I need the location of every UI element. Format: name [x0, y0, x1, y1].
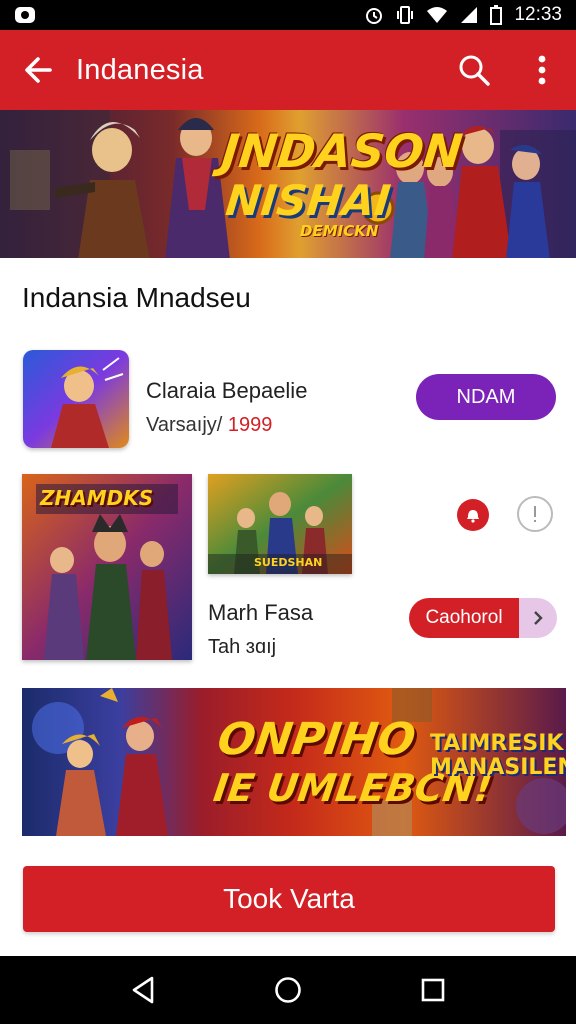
back-arrow-icon: [25, 57, 52, 83]
info-button[interactable]: [517, 496, 553, 532]
app-notification-icon: [14, 5, 38, 25]
app-version-number: 1999: [227, 414, 273, 436]
app-version: Varsaıjy/ 1999: [146, 414, 272, 437]
chip-button[interactable]: Caohorol: [409, 598, 557, 638]
section-title: Indansia Mnadseu: [22, 282, 251, 313]
app-name: Claraia Bepaelie: [146, 378, 308, 403]
bell-icon: [467, 510, 479, 523]
hero-title-line3: DEMICKN: [300, 222, 379, 240]
back-button[interactable]: [0, 30, 76, 110]
app-list-item[interactable]: Claraia Bepaelie Varsaıjy/ 1999 NDAM: [0, 348, 576, 452]
chip-label: Caohorol: [409, 598, 519, 638]
search-icon: [459, 55, 490, 86]
hero-title-line2: NISHAI: [223, 176, 393, 225]
app-version-label: Varsaıjy/: [146, 414, 223, 436]
signal-icon: [460, 6, 478, 24]
app-bar: Indanesia: [0, 30, 576, 110]
status-time: 12:33: [514, 4, 562, 25]
media-subtitle: Tah ɜɑıj: [208, 636, 277, 658]
chevron-right-icon: [519, 598, 557, 638]
more-options-button[interactable]: [508, 30, 576, 110]
media-list-item[interactable]: ZHAMDKS SUEDSHAN Marh Fasa Tah ɜɑıj Caoh…: [0, 472, 576, 662]
nav-home-button[interactable]: [258, 960, 318, 1020]
screen: 12:33 Indanesia JNDASON NISHAI DEMICKN I…: [0, 0, 576, 1024]
promo-badge: TAIMRESIK MANASILEN: [430, 731, 566, 780]
poster-large[interactable]: ZHAMDKS: [22, 474, 192, 660]
notify-button[interactable]: [457, 499, 489, 531]
app-icon: [23, 350, 129, 448]
nav-home-icon: [275, 977, 301, 1003]
nav-back-icon: [132, 976, 153, 1004]
hero-title-line1: JNDASON: [219, 124, 465, 178]
navigation-bar: [0, 956, 576, 1024]
app-title: Indanesia: [76, 53, 204, 86]
install-button[interactable]: NDAM: [416, 374, 556, 420]
promo-banner[interactable]: ONPIHO IE UMLEBCN! TAIMRESIK MANASILEN: [22, 688, 566, 836]
poster-small-title: SUEDSHAN: [254, 556, 323, 569]
nav-recents-button[interactable]: [403, 960, 463, 1020]
status-icons: 12:33: [364, 4, 562, 26]
alarm-icon: [364, 5, 384, 25]
cta-button[interactable]: Took Varta: [23, 866, 555, 932]
media-name: Marh Fasa: [208, 600, 314, 625]
more-vert-icon: [538, 55, 546, 85]
status-bar: 12:33: [0, 0, 576, 30]
poster-small[interactable]: SUEDSHAN: [208, 474, 352, 574]
promo-title-line1: ONPIHO: [214, 714, 419, 765]
wifi-icon: [426, 6, 448, 24]
app-bar-actions: [440, 30, 576, 110]
search-button[interactable]: [440, 30, 508, 110]
info-icon: [534, 506, 536, 522]
vibrate-icon: [396, 5, 414, 25]
poster-large-title: ZHAMDKS: [40, 486, 154, 510]
hero-banner[interactable]: JNDASON NISHAI DEMICKN: [0, 110, 576, 258]
nav-back-button[interactable]: [113, 960, 173, 1020]
battery-icon: [490, 5, 503, 25]
nav-recents-icon: [422, 978, 445, 1002]
